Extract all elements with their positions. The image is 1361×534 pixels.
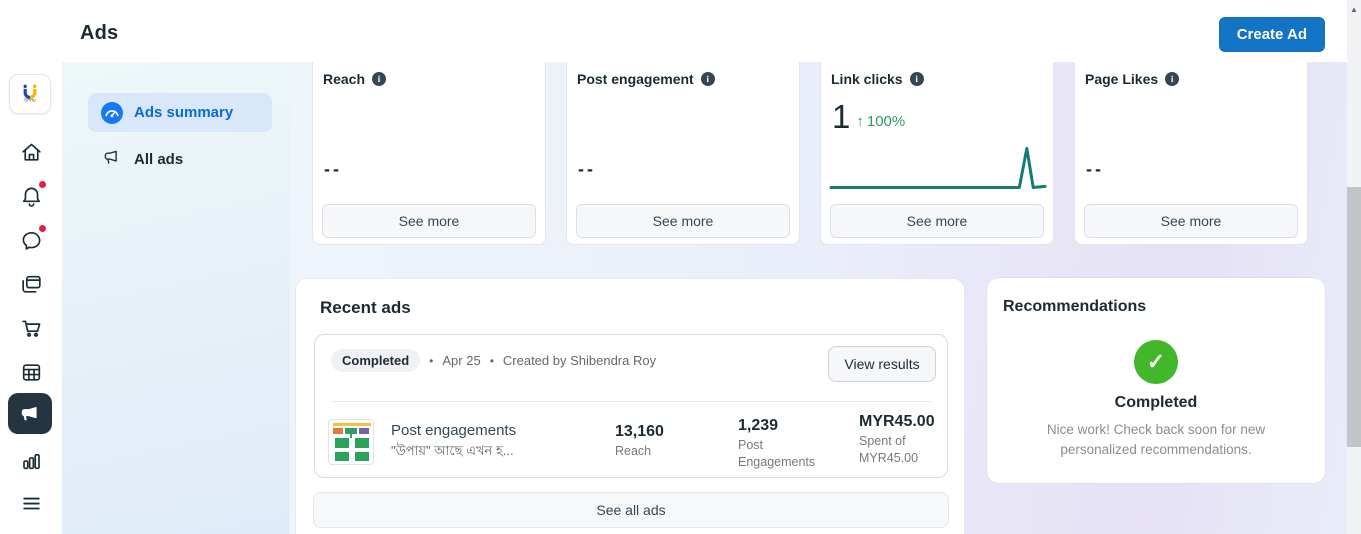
messages-badge (38, 224, 47, 233)
see-more-button[interactable]: See more (830, 204, 1044, 238)
ad-list-item[interactable]: Completed • Apr 25 • Created by Shibendr… (314, 334, 948, 478)
megaphone-outline-icon (101, 147, 123, 173)
metric-title: Page Likes (1085, 71, 1158, 87)
info-icon[interactable]: i (372, 72, 386, 86)
metric-card-page-likes: Page Likes i -- See more (1074, 54, 1308, 245)
metric-empty-value: -- (578, 159, 596, 180)
recent-ads-panel: Recent ads Completed • Apr 25 • Created … (295, 278, 965, 534)
commerce-icon[interactable] (17, 314, 45, 342)
info-icon[interactable]: i (1165, 72, 1179, 86)
ads-icon-selected[interactable] (8, 393, 52, 434)
recommendations-title: Recommendations (1003, 298, 1146, 316)
ad-creator: Created by Shibendra Roy (503, 353, 656, 368)
metric-card-link-clicks: Link clicks i 1 ↑ 100% See more (820, 54, 1054, 245)
messages-icon[interactable] (17, 226, 45, 254)
scrollbar-up-arrow[interactable]: ▲ (1349, 5, 1359, 15)
ad-name-block: Post engagements "উপায়" আছে এখন হ... (391, 422, 516, 463)
metric-empty-value: -- (324, 159, 342, 180)
app-window: উপায় (0, 0, 1361, 534)
page-avatar[interactable]: উপায় (9, 74, 51, 114)
link-clicks-sparkline (829, 141, 1047, 193)
recent-ads-title: Recent ads (320, 298, 411, 318)
metric-delta: ↑ 100% (856, 113, 905, 130)
metric-title: Link clicks (831, 71, 903, 87)
metric-empty-value: -- (1086, 159, 1104, 180)
ad-header: Completed • Apr 25 • Created by Shibendr… (331, 349, 817, 372)
ad-caption: "উপায়" আছে এখন হ... (391, 442, 516, 463)
megaphone-icon (18, 402, 42, 426)
scrollbar-thumb[interactable] (1347, 187, 1361, 447)
ads-sidebar: Ads summary All ads (62, 62, 290, 534)
recommendations-panel: Recommendations ✓ Completed Nice work! C… (987, 278, 1325, 483)
pages-icon[interactable] (17, 270, 45, 298)
create-ad-button[interactable]: Create Ad (1219, 17, 1325, 52)
sidebar-item-label: Ads summary (134, 104, 233, 121)
insights-icon[interactable] (17, 446, 45, 474)
upay-logo-icon (19, 84, 41, 99)
metric-value: 1 (832, 101, 850, 133)
sidebar-item-ads-summary[interactable]: Ads summary (88, 93, 272, 132)
see-more-button[interactable]: See more (322, 204, 536, 238)
see-all-ads-button[interactable]: See all ads (313, 492, 949, 528)
divider (331, 401, 931, 402)
info-icon[interactable]: i (910, 72, 924, 86)
gauge-icon (101, 102, 123, 124)
page-title: Ads (80, 22, 118, 45)
notifications-icon[interactable] (17, 182, 45, 210)
billing-icon[interactable] (17, 358, 45, 386)
ad-reach-metric: 13,160 Reach (615, 423, 664, 460)
ad-objective: Post engagements (391, 422, 516, 439)
sidebar-item-all-ads[interactable]: All ads (88, 140, 272, 179)
menu-icon[interactable] (17, 489, 45, 517)
avatar-caption: উপায় (24, 99, 36, 104)
status-badge: Completed (331, 349, 420, 372)
view-results-button[interactable]: View results (828, 346, 936, 382)
left-nav-rail: উপায় (0, 0, 62, 534)
ad-thumbnail (328, 419, 374, 465)
home-icon[interactable] (17, 138, 45, 166)
up-arrow-icon: ↑ (856, 113, 864, 130)
top-header: Ads Create Ad (0, 0, 1347, 62)
see-more-button[interactable]: See more (1084, 204, 1298, 238)
see-more-button[interactable]: See more (576, 204, 790, 238)
sidebar-item-label: All ads (134, 151, 183, 168)
metric-card-reach: Reach i -- See more (312, 54, 546, 245)
recommendations-message: Nice work! Check back soon for new perso… (1017, 420, 1295, 461)
recommendations-status: Completed (987, 394, 1325, 412)
check-circle-icon: ✓ (1134, 340, 1178, 384)
ad-date: Apr 25 (442, 353, 480, 368)
metric-title: Post engagement (577, 71, 694, 87)
metric-title: Reach (323, 71, 365, 87)
metric-card-post-engagement: Post engagement i -- See more (566, 54, 800, 245)
ad-spend-metric: MYR45.00 Spent of MYR45.00 (859, 413, 935, 467)
info-icon[interactable]: i (701, 72, 715, 86)
notification-badge (38, 180, 47, 189)
ad-engagements-metric: 1,239 Post Engagements (738, 417, 815, 471)
